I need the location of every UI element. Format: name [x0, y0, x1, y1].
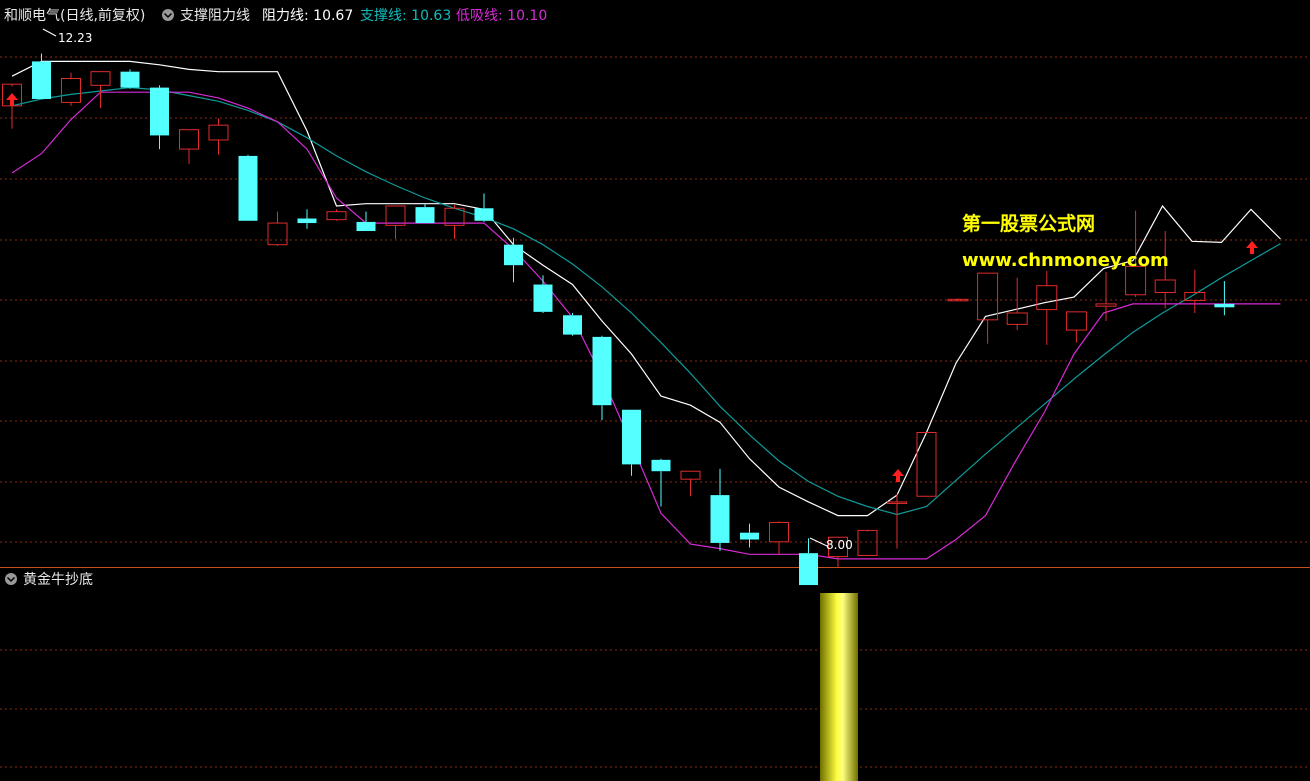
lower-chevron-icon[interactable]: [5, 573, 17, 585]
resist-value: 阻力线: 10.67: [262, 8, 353, 24]
candle-8: [238, 154, 258, 221]
indicator-name[interactable]: 支撑阻力线: [180, 8, 250, 24]
chart-canvas: 12.23 8.00 第一股票公式网 www.chnmoney.com 和顺电气…: [0, 0, 1310, 781]
low-label: 8.00: [826, 538, 853, 552]
settings-chevron-icon[interactable]: [162, 9, 174, 21]
chart-header: 和顺电气(日线,前复权) 支撑阻力线 阻力线: 10.67 支撑线: 10.63…: [4, 7, 547, 24]
candle-19: [563, 312, 582, 336]
watermark-url: www.chnmoney.com: [962, 250, 1169, 271]
lowbuy-value: 低吸线: 10.10: [456, 8, 547, 24]
lower-title[interactable]: 黄金牛抄底: [23, 571, 93, 588]
candle-4: [120, 69, 140, 89]
watermark-title: 第一股票公式网: [962, 212, 1095, 235]
chart-title[interactable]: 和顺电气(日线,前复权): [4, 7, 145, 24]
support-value: 支撑线: 10.63: [360, 8, 451, 24]
high-label: 12.23: [58, 31, 92, 45]
bottom-signal-bar: [820, 593, 858, 781]
